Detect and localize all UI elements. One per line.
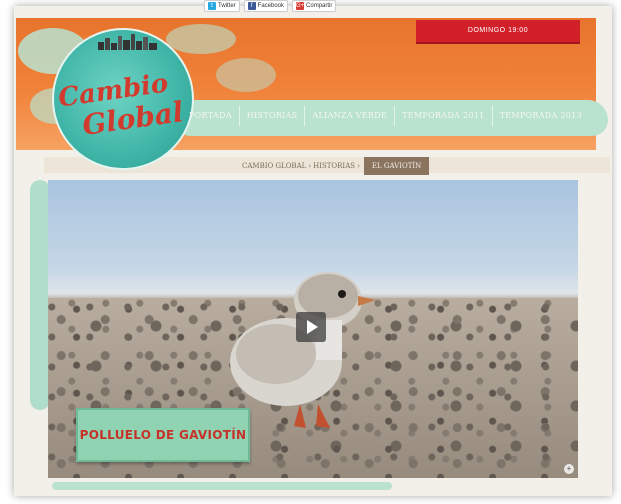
nav-historias[interactable]: HISTORIAS (240, 106, 306, 126)
twitter-share-button[interactable]: t Twitter (204, 0, 240, 12)
facebook-icon: f (247, 2, 256, 10)
chick-image (230, 272, 376, 428)
google-plus-label: Compartir (306, 3, 333, 9)
splash-decoration (166, 24, 236, 54)
city-skyline-icon (98, 34, 157, 50)
video-player[interactable]: POLLUELO DE GAVIOTÍN + (48, 180, 578, 478)
twitter-label: Twitter (218, 3, 236, 9)
facebook-label: Facebook (257, 3, 285, 9)
nav-alianza-verde[interactable]: ALIANZA VERDE (305, 106, 396, 126)
expand-icon[interactable]: + (564, 464, 574, 474)
nav-temporada-2013[interactable]: TEMPORADA 2013 (493, 106, 589, 126)
bottom-decoration (52, 482, 392, 490)
video-caption: POLLUELO DE GAVIOTÍN (76, 408, 250, 462)
breadcrumb-separator: › (308, 162, 312, 170)
nav-portada[interactable]: PORTADA (182, 106, 240, 126)
splash-decoration (216, 58, 276, 92)
breadcrumb-current: EL GAVIOTÍN (363, 157, 430, 175)
side-decoration (30, 180, 50, 410)
facebook-share-button[interactable]: f Facebook (243, 0, 289, 12)
google-plus-icon: G+ (296, 2, 305, 10)
google-plus-share-button[interactable]: G+ Compartir (292, 0, 337, 12)
breadcrumb-historias[interactable]: HISTORIAS (313, 162, 355, 170)
nav-temporada-2011[interactable]: TEMPORADA 2011 (395, 106, 493, 126)
share-bar: t Twitter f Facebook G+ Compartir (204, 0, 337, 12)
breadcrumb-cambio-global[interactable]: CAMBIO GLOBAL (242, 162, 306, 170)
play-button[interactable] (296, 312, 326, 342)
play-icon (307, 320, 318, 334)
schedule-banner: DOMINGO 19:00 (416, 20, 580, 44)
breadcrumb-separator: › (357, 162, 360, 170)
video-caption-text: POLLUELO DE GAVIOTÍN (79, 428, 247, 442)
breadcrumb: CAMBIO GLOBAL › HISTORIAS › EL GAVIOTÍN (242, 157, 430, 175)
main-nav: PORTADA HISTORIAS ALIANZA VERDE TEMPORAD… (182, 106, 589, 126)
site-logo[interactable]: Cambio Global (52, 28, 194, 170)
twitter-icon: t (208, 2, 216, 10)
